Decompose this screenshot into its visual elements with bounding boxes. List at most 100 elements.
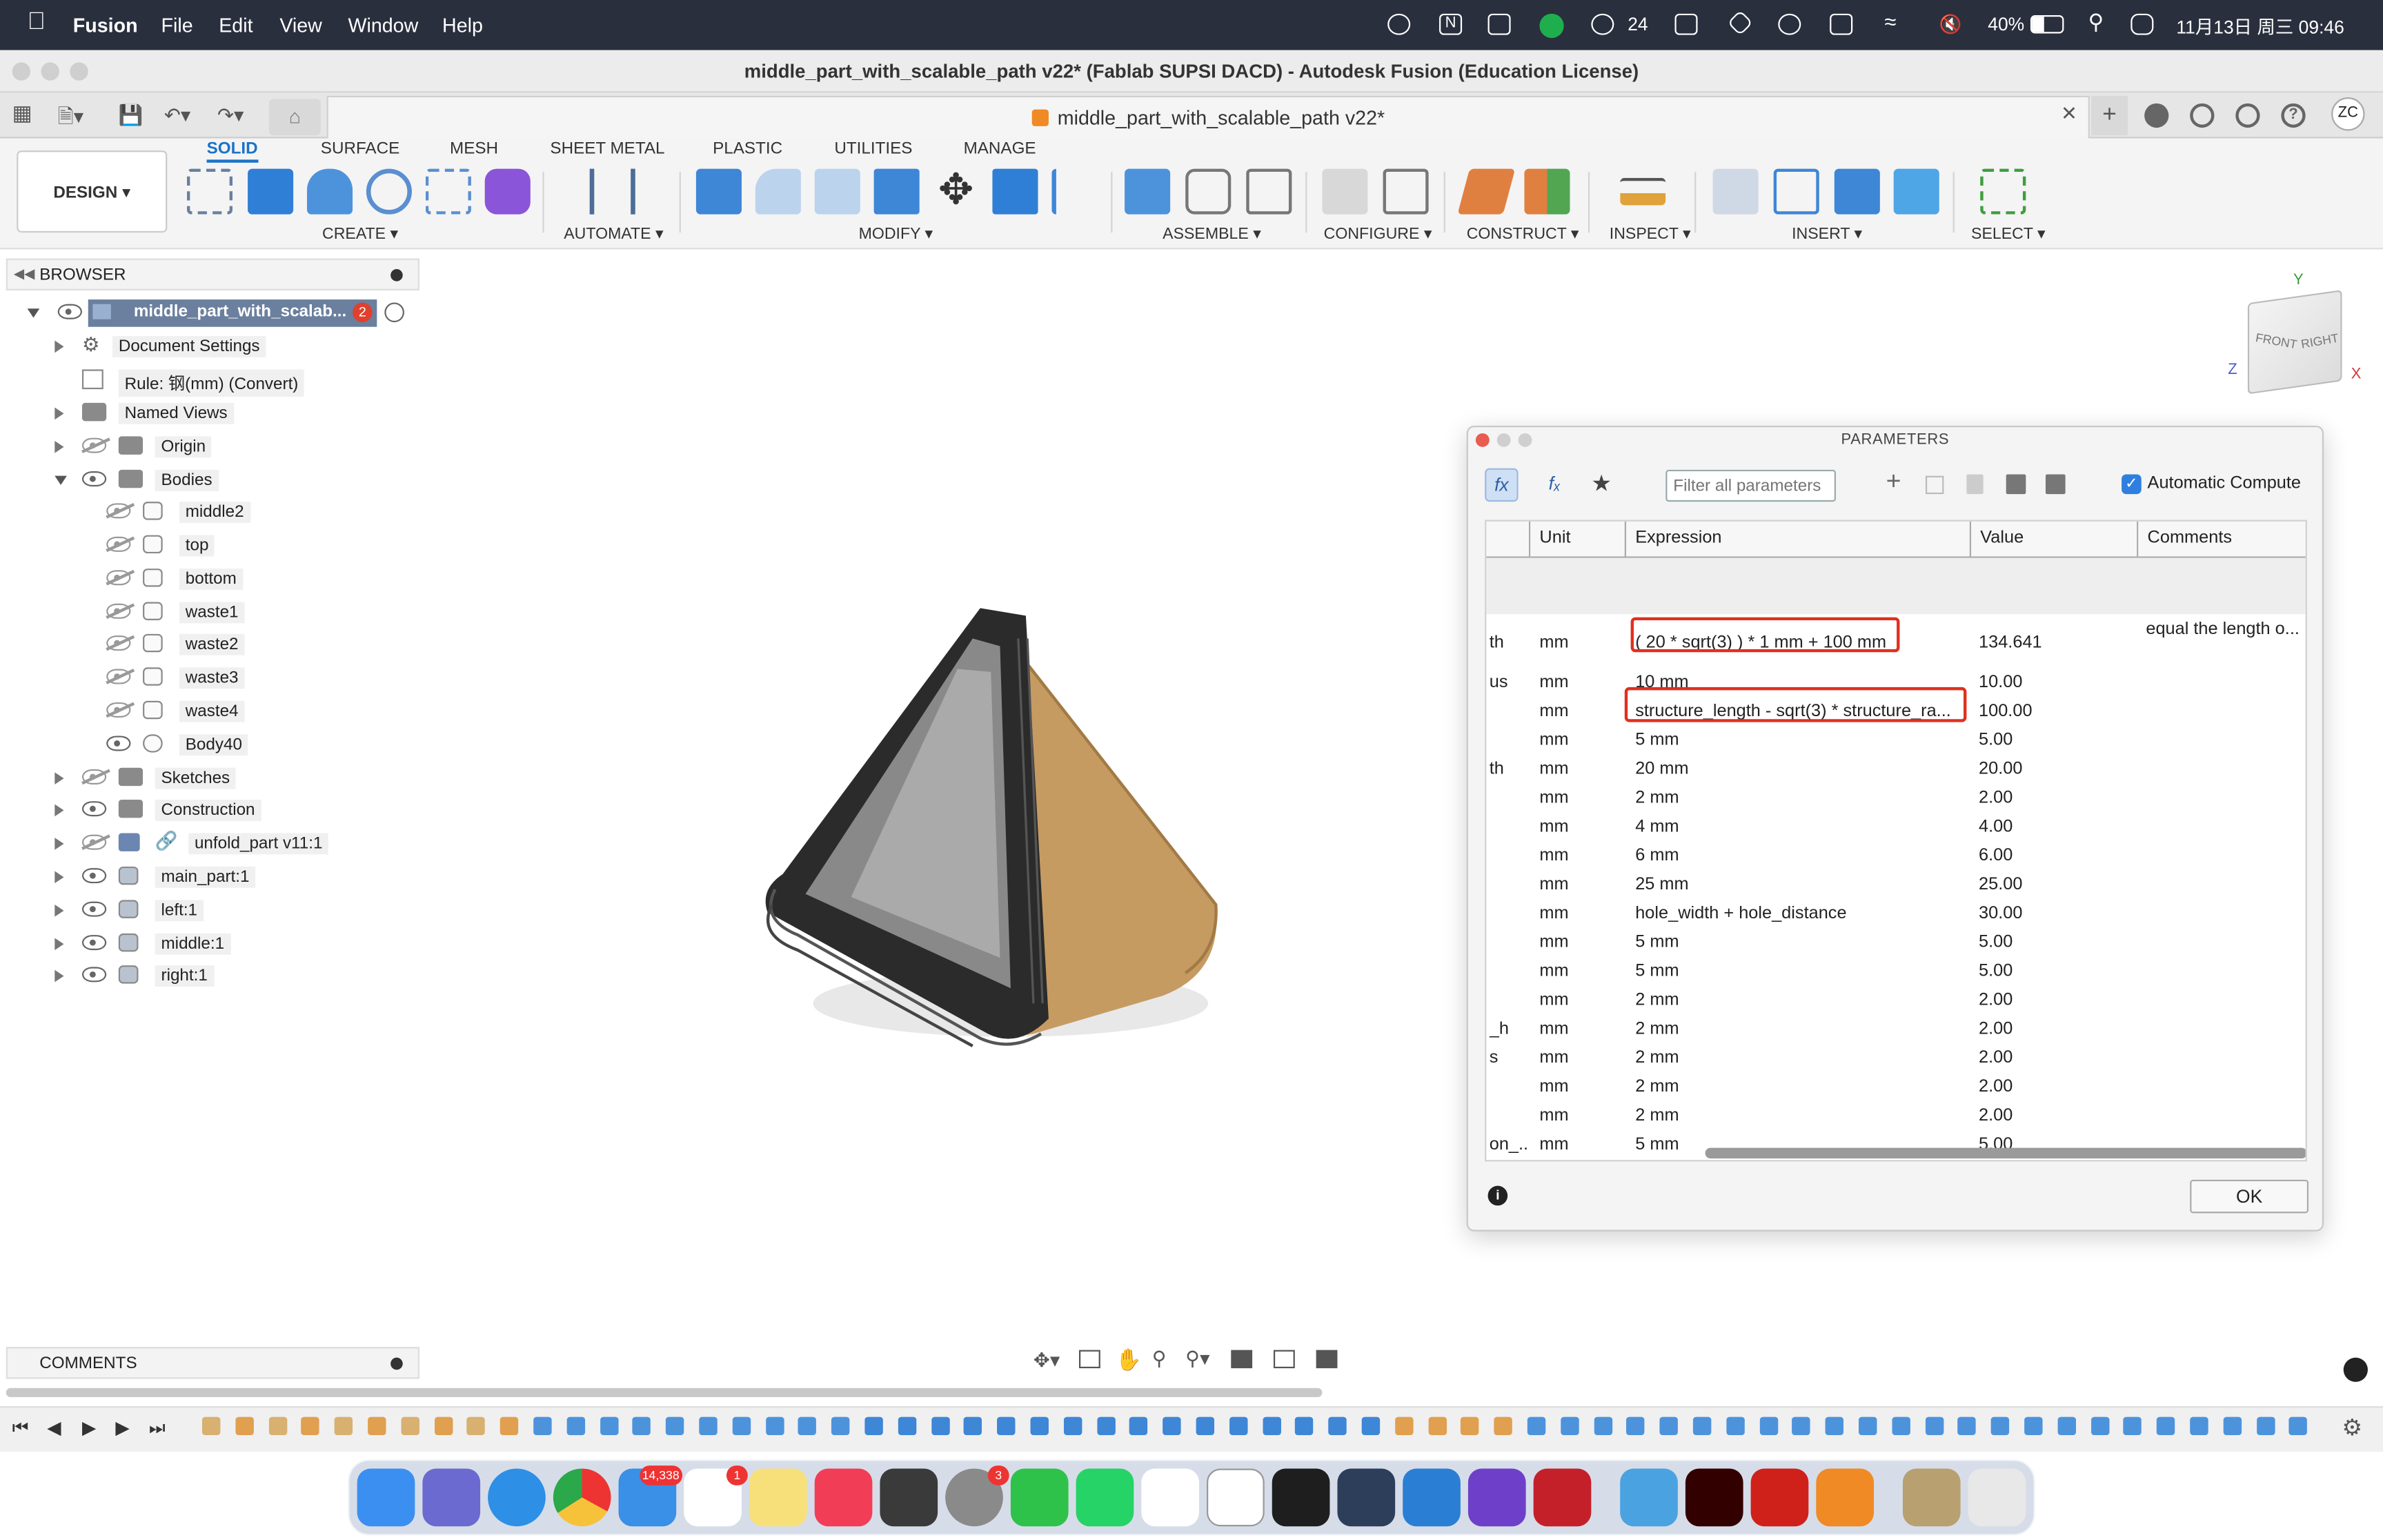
parameter-expression-cell[interactable]: 2 mm [1635,991,1962,1009]
timeline-feature-icon[interactable] [2289,1416,2308,1436]
expand-icon[interactable] [55,340,64,353]
parameter-expression-cell[interactable]: 25 mm [1635,876,1962,894]
timeline-feature-icon[interactable] [2057,1416,2076,1436]
extrude-icon[interactable] [248,168,294,215]
timeline-feature-icon[interactable] [964,1416,982,1436]
joint-icon[interactable] [1185,168,1232,215]
timeline-feature-icon[interactable] [1262,1416,1281,1436]
timeline-feature-icon[interactable] [898,1416,916,1436]
timeline-feature-icon[interactable] [533,1416,552,1436]
timeline-feature-icon[interactable] [1626,1416,1645,1436]
parameter-expression-cell[interactable]: 6 mm [1635,847,1962,865]
feedback-icon[interactable] [2343,1357,2368,1382]
save-icon[interactable]: 💾 [119,103,144,128]
group-modify[interactable]: MODIFY ▾ [859,225,933,243]
timeline-feature-icon[interactable] [335,1416,353,1436]
expand-icon[interactable] [55,969,64,983]
pan-hand-icon[interactable]: ✋ [1116,1347,1142,1372]
hole-icon[interactable] [366,168,412,215]
extensions-icon[interactable] [2144,103,2169,128]
visibility-eye-icon[interactable] [81,967,107,983]
tab-utilities[interactable]: UTILITIES [834,140,912,158]
timeline-feature-icon[interactable] [1560,1416,1579,1436]
mute-icon[interactable]: 🔇 [1939,14,1962,35]
insert-canvas-icon[interactable] [1893,168,1939,215]
timeline-feature-icon[interactable] [1494,1416,1513,1436]
timeline-play-icon[interactable]: ▶ [82,1417,96,1439]
redo-icon[interactable]: ↷▾ [217,103,244,128]
timeline-feature-icon[interactable] [997,1416,1016,1436]
automatic-compute-checkbox[interactable]: ✓ [2122,474,2142,495]
timeline-scrollbar[interactable] [6,1388,1323,1397]
tab-mesh[interactable]: MESH [450,140,498,158]
hidden-eye-icon[interactable] [106,635,131,651]
timeline-feature-icon[interactable] [1063,1416,1082,1436]
visibility-eye-icon[interactable] [81,901,107,917]
column-header-value[interactable]: Value [1971,521,2139,558]
panel-pin-icon[interactable] [390,269,403,282]
wifi-icon[interactable]: ≈ [1884,9,1896,33]
parameter-expression-cell[interactable]: 2 mm [1635,1107,1962,1125]
parameter-row[interactable]: s mm 2 mm 2.00 [1486,1045,2305,1074]
timeline-feature-icon[interactable] [600,1416,618,1436]
parameter-expression-cell[interactable]: 2 mm [1635,1078,1962,1096]
close-tab-icon[interactable]: ✕ [2061,102,2077,126]
mail-icon[interactable]: 14,338 [618,1465,683,1527]
parameter-row[interactable]: mm hole_width + hole_distance 30.00 [1486,900,2305,929]
new-component-icon[interactable] [1125,168,1171,215]
input-method-icon[interactable] [1830,13,1853,35]
hidden-eye-icon[interactable] [81,437,107,453]
tab-sheet-metal[interactable]: SHEET METAL [550,140,664,158]
safari-icon[interactable] [488,1468,546,1527]
user-avatar[interactable]: ZC [2331,97,2365,131]
timeline-feature-icon[interactable] [1527,1416,1546,1436]
parameter-row[interactable]: mm 5 mm 5.00 [1486,929,2305,958]
timeline-feature-icon[interactable] [2190,1416,2208,1436]
timeline-feature-icon[interactable] [699,1416,718,1436]
automate-icon[interactable] [589,168,635,215]
expand-icon[interactable] [55,938,64,951]
timeline-feature-icon[interactable] [1030,1416,1049,1436]
form-icon[interactable] [484,168,531,215]
whatsapp-icon[interactable] [1076,1468,1134,1527]
visibility-eye-icon[interactable] [57,304,82,319]
shell-icon[interactable] [873,168,920,215]
maps-icon[interactable] [1620,1468,1678,1527]
spotlight-icon[interactable]: ⚲ [2088,9,2104,34]
parameter-expression-cell[interactable]: hole_width + hole_distance [1635,905,1962,922]
visibility-eye-icon[interactable] [81,801,107,817]
measure-icon[interactable] [1620,177,1666,206]
group-create[interactable]: CREATE ▾ [322,225,398,243]
system-settings-icon[interactable]: 3 [945,1465,1009,1527]
timeline-feature-icon[interactable] [1461,1416,1480,1436]
add-parameter-icon[interactable]: + [1886,466,1901,497]
timeline-settings-gear-icon[interactable]: ⚙ [2342,1414,2363,1441]
viewports-icon[interactable] [1316,1350,1338,1369]
timeline-feature-icon[interactable] [566,1416,585,1436]
notion-icon[interactable] [1207,1468,1265,1527]
parameter-row[interactable]: mm 6 mm 6.00 [1486,842,2305,871]
display-icon[interactable] [1487,13,1511,35]
fx-add-parameter-icon[interactable]: fₓ [1549,473,1561,494]
data-panel-grid-icon[interactable]: ▦ [12,100,32,126]
screen-mirroring-icon[interactable] [1674,13,1698,35]
parameter-expression-cell[interactable]: 2 mm [1635,1020,1962,1038]
timeline-feature-icon[interactable] [1295,1416,1314,1436]
control-center-icon[interactable] [2130,13,2154,35]
n-green-status-icon[interactable] [1539,13,1564,39]
fusion-icon[interactable] [1816,1468,1875,1527]
grid-settings-icon[interactable] [1273,1350,1295,1369]
parameter-row[interactable]: _h mm 2 mm 2.00 [1486,1016,2305,1045]
home-icon[interactable]: ⌂ [268,99,321,136]
reminders-icon[interactable]: 1 [684,1465,748,1527]
insert-mcmaster-icon[interactable] [1834,168,1880,215]
group-inspect[interactable]: INSPECT ▾ [1610,225,1691,243]
timeline-feature-icon[interactable] [864,1416,883,1436]
document-tab[interactable]: middle_part_with_scalable_path v22* [326,95,2090,139]
parameter-row[interactable]: mm 2 mm 2.00 [1486,987,2305,1016]
move-icon[interactable]: ✥ [933,168,979,215]
expand-icon[interactable] [55,407,64,420]
menu-app-name[interactable]: Fusion [73,14,138,37]
illustrator-icon[interactable] [1685,1468,1743,1527]
group-insert[interactable]: INSERT ▾ [1792,225,1862,243]
